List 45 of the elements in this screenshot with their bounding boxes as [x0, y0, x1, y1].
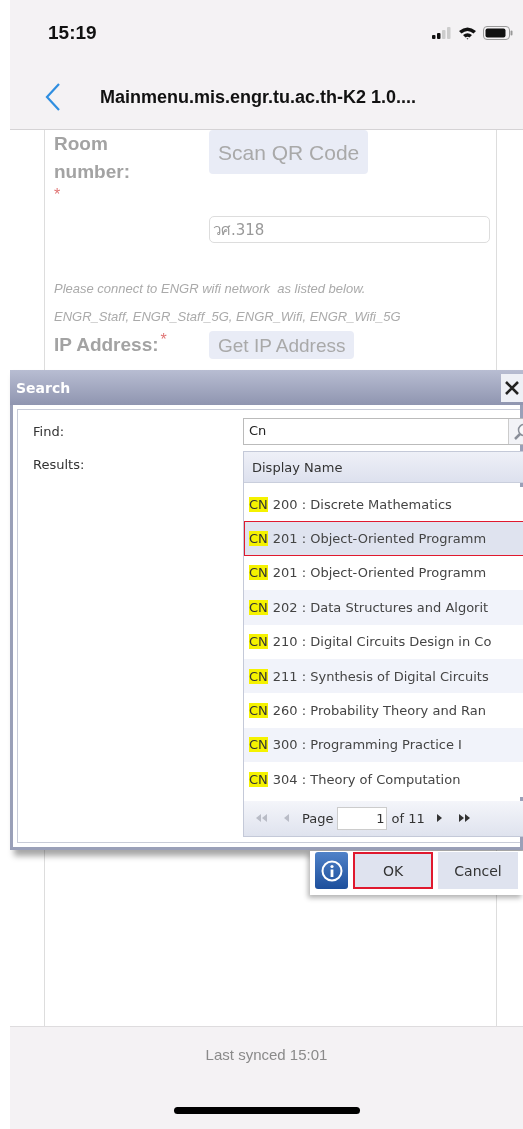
sync-status: Last synced 15:01: [205, 1046, 328, 1063]
match-highlight: CN: [249, 668, 268, 684]
status-time: 15:19: [48, 21, 97, 44]
note-text: Please connect to ENGR wifi network as listed below.: [54, 280, 367, 298]
match-highlight: CN: [249, 634, 268, 650]
last-page-icon: [458, 813, 471, 823]
match-highlight: CN: [249, 599, 268, 615]
result-row[interactable]: CN 211 : Synthesis of Digital Circuits: [244, 658, 523, 694]
cancel-button[interactable]: Cancel: [438, 852, 518, 889]
note-text: ENGR_Staff, ENGR_Staff_5G, ENGR_Wifi, ENGR_Wifi_5G: [54, 308, 402, 326]
first-page-icon: [256, 813, 268, 823]
next-page-icon: [436, 813, 443, 823]
wifi-icon: [458, 25, 477, 40]
match-highlight: CN: [249, 771, 268, 787]
result-row[interactable]: CN 201 : Object-Oriented Programm: [244, 521, 523, 556]
match-highlight: CN: [249, 531, 268, 547]
info-icon: [320, 859, 343, 882]
battery-icon: [483, 25, 513, 40]
signal-icon: [432, 26, 452, 39]
column-header[interactable]: Display Name: [244, 452, 523, 483]
info-button[interactable]: [315, 852, 348, 889]
find-field[interactable]: Cn: [243, 418, 523, 445]
close-icon: [504, 379, 520, 396]
page-label: Page: [302, 810, 334, 826]
back-button[interactable]: [44, 82, 62, 112]
match-highlight: CN: [249, 703, 268, 719]
match-highlight: CN: [249, 565, 268, 581]
previous-page-icon: [284, 813, 290, 823]
find-label: Find:: [33, 423, 64, 439]
match-highlight: CN: [249, 737, 268, 753]
page-title: Mainmenu.mis.engr.tu.ac.th-K2 1.0....: [100, 86, 417, 108]
close-button[interactable]: [501, 373, 523, 402]
result-row[interactable]: CN 202 : Data Structures and Algorit: [244, 590, 523, 625]
field-label: IP Address:: [54, 333, 159, 357]
page-total: of 11: [391, 810, 425, 826]
field-label: Room number:: [54, 132, 131, 184]
dialog-title: Search: [16, 379, 71, 396]
match-highlight: CN: [249, 496, 268, 512]
result-row[interactable]: CN 300 : Programming Practice I: [244, 727, 523, 763]
results-label: Results:: [33, 456, 85, 472]
ok-button[interactable]: OK: [353, 852, 433, 889]
required-mark: *: [160, 331, 167, 349]
back-chevron-icon: [44, 82, 62, 112]
required-mark: *: [54, 186, 61, 204]
page-input[interactable]: 1: [337, 806, 388, 830]
